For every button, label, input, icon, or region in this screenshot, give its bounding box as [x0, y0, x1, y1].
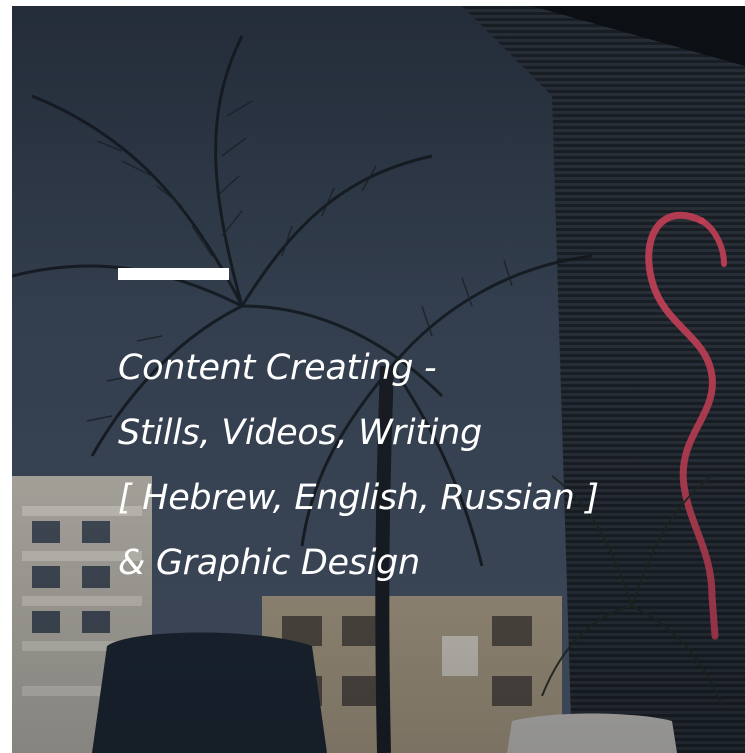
caption-line-2: Stills, Videos, Writing [118, 413, 482, 453]
accent-bar [118, 268, 229, 280]
hero-image-panel: Content Creating - Stills, Videos, Writi… [12, 6, 745, 753]
caption-line-1: Content Creating - [118, 348, 437, 388]
hero-caption: Content Creating - Stills, Videos, Writi… [118, 336, 718, 596]
caption-line-4: & Graphic Design [118, 543, 420, 583]
caption-line-3: [ Hebrew, English, Russian ] [118, 478, 599, 518]
